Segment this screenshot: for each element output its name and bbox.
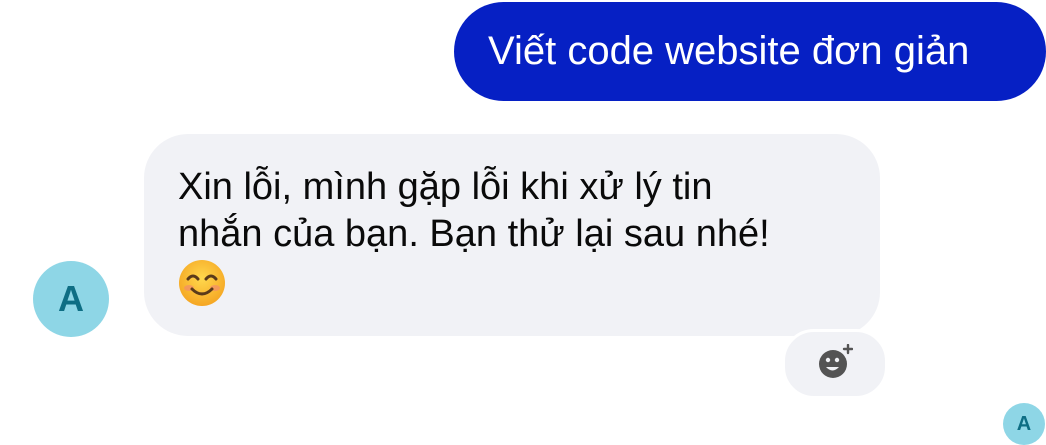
read-receipt-avatar: A [1003, 403, 1045, 445]
add-reaction-icon [819, 344, 853, 378]
add-reaction-button[interactable] [782, 329, 888, 399]
received-message-bubble[interactable]: Xin lỗi, mình gặp lỗi khi xử lý tin nhắn… [144, 134, 880, 336]
smiling-face-emoji-icon [178, 259, 226, 307]
read-receipt-initial: A [1016, 413, 1032, 435]
sent-message-text: Viết code website đơn giản [488, 29, 970, 73]
avatar-initial: A [58, 278, 84, 319]
sent-message-bubble[interactable]: Viết code website đơn giản [454, 2, 1046, 101]
avatar[interactable]: A [33, 261, 109, 337]
received-message-line-2: nhắn của bạn. Bạn thử lại sau nhé! [178, 213, 770, 255]
received-message-line-1: Xin lỗi, mình gặp lỗi khi xử lý tin [178, 166, 713, 208]
